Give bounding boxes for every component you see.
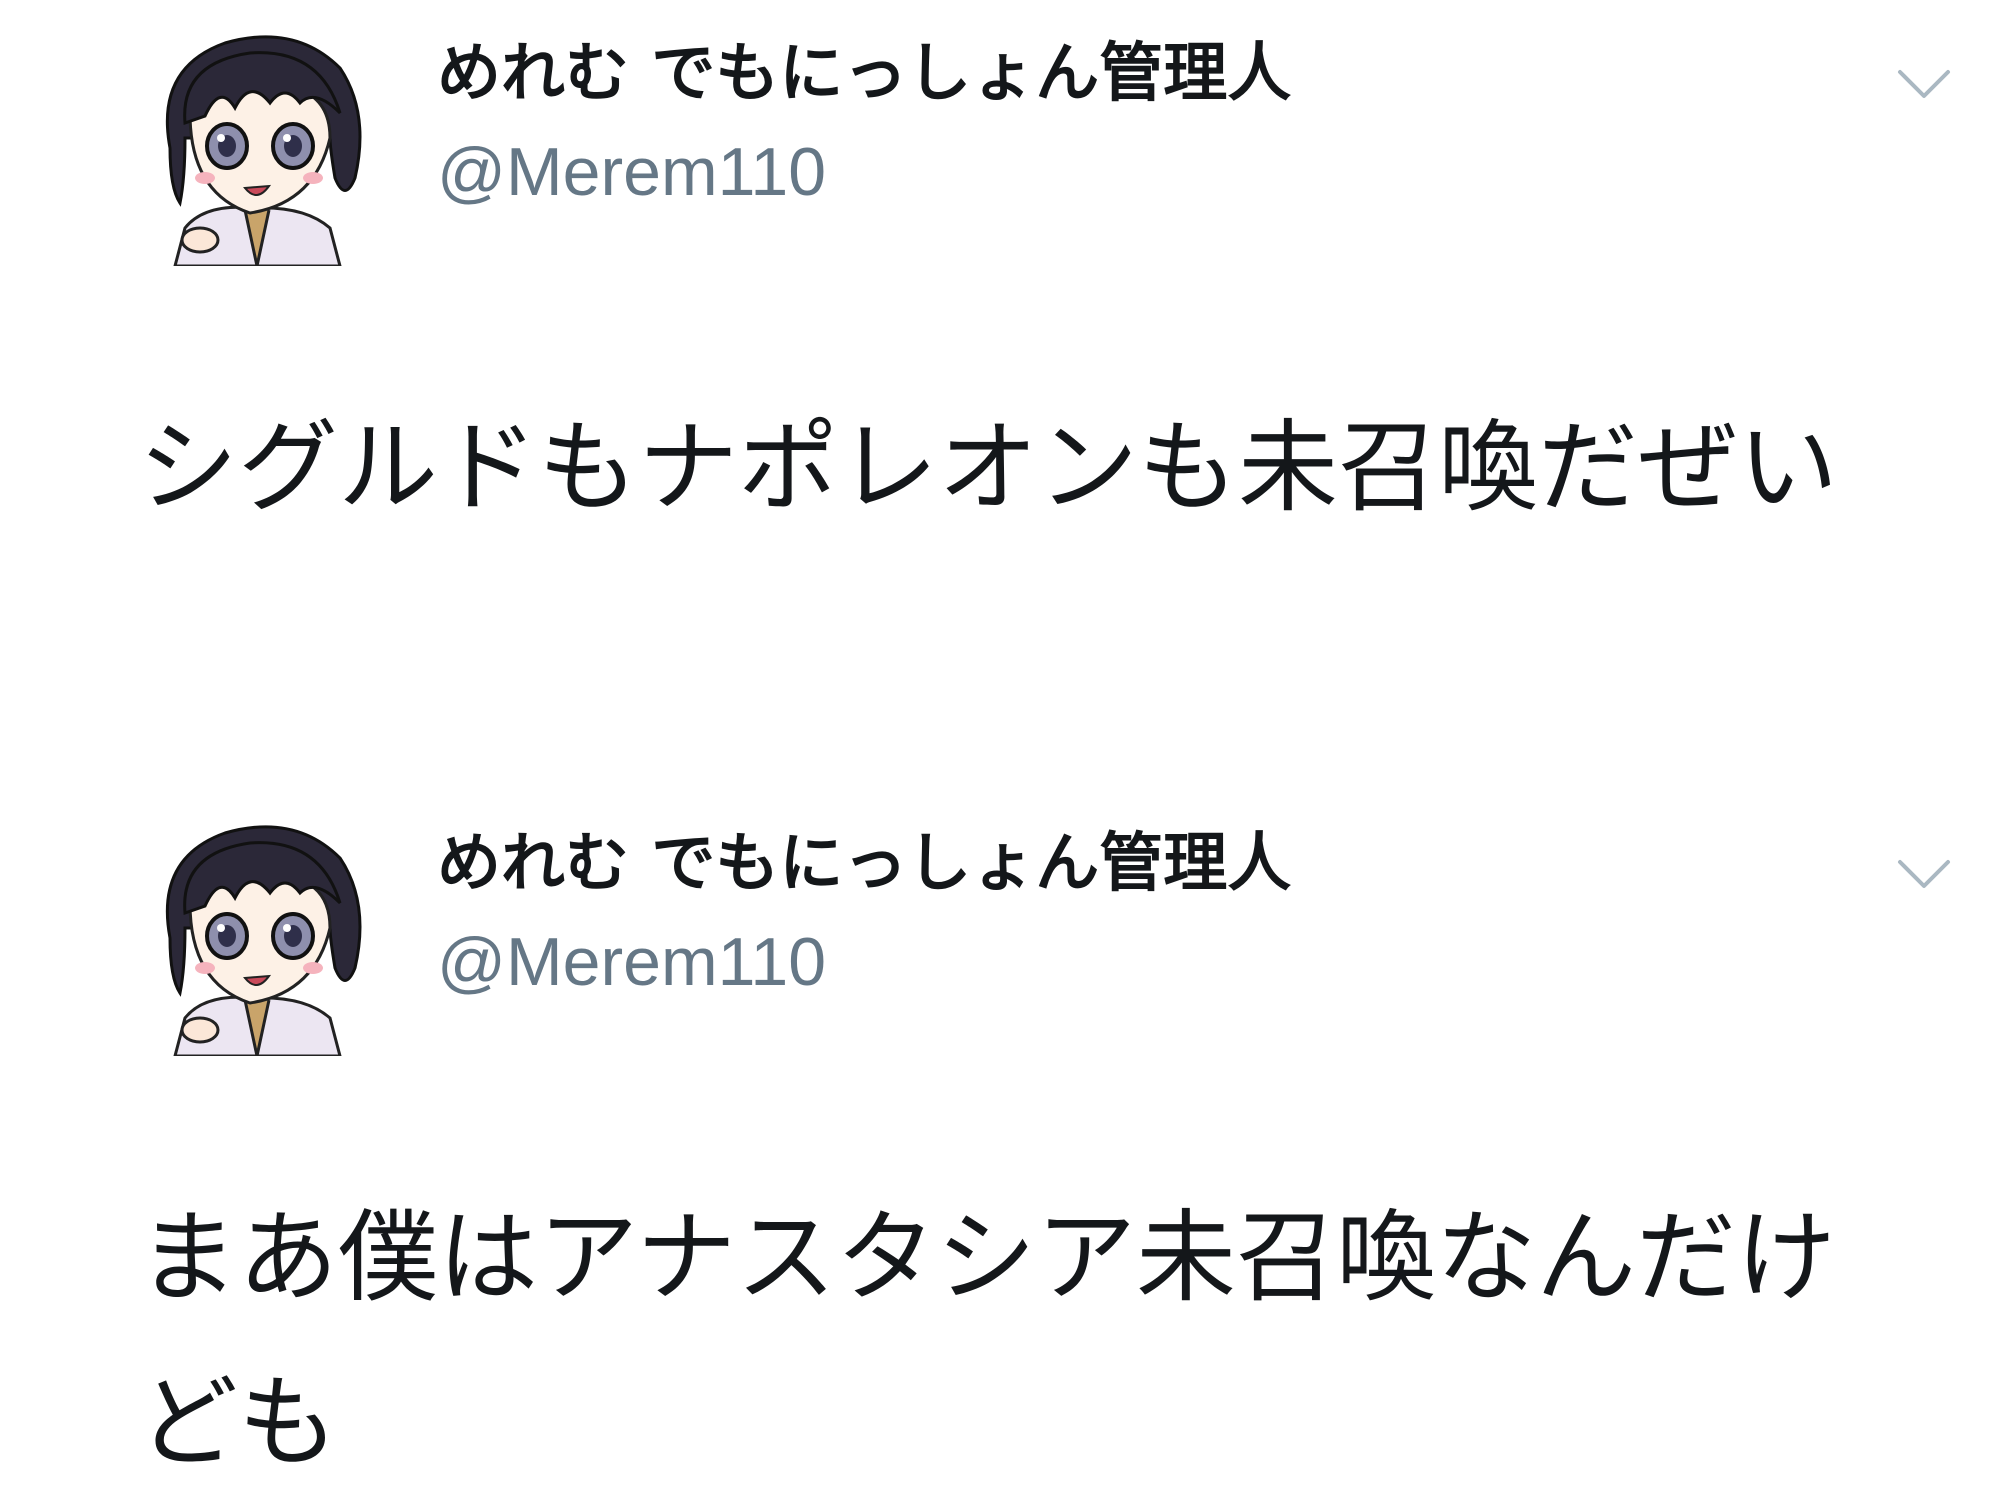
chevron-down-icon[interactable]: [1896, 66, 1952, 102]
author-display-name[interactable]: めれむ でもにっしょん管理人: [437, 832, 1291, 896]
avatar[interactable]: [145, 28, 367, 268]
avatar-image: [165, 35, 362, 268]
author-handle[interactable]: @Merem110: [437, 928, 826, 996]
avatar[interactable]: [145, 818, 367, 1058]
avatar-image: [165, 825, 362, 1058]
author-display-name[interactable]: めれむ でもにっしょん管理人: [437, 42, 1291, 106]
chevron-down-icon[interactable]: [1896, 856, 1952, 892]
author-handle[interactable]: @Merem110: [437, 138, 826, 206]
tweet-text: シグルドもナポレオンも未召喚だぜい: [138, 409, 1838, 526]
tweet-text: まあ僕はアナスタシア未召喚なんだけども: [138, 1199, 1836, 1481]
